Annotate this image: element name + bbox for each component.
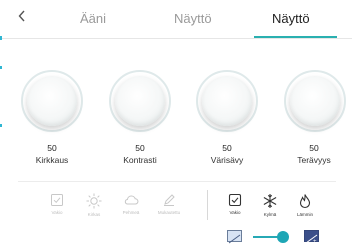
- tab-aani[interactable]: Ääni: [80, 11, 106, 26]
- hue-value: 50: [222, 143, 232, 153]
- edge-accent: [0, 36, 2, 40]
- flame-icon: [299, 194, 311, 209]
- cool-temperature-icon[interactable]: [227, 230, 242, 244]
- color-preset-standard[interactable]: Vakio: [217, 193, 253, 215]
- color-temperature-slider-thumb[interactable]: [277, 231, 289, 243]
- warm-temperature-icon[interactable]: +: [304, 230, 319, 245]
- cloud-icon: [124, 195, 139, 205]
- preset-label: Kylmä: [263, 212, 277, 217]
- hue-label: Värisävy: [210, 155, 244, 165]
- tab-naytto[interactable]: Näyttö: [174, 11, 212, 26]
- preset-label: Mukautettu: [157, 210, 181, 215]
- tab-naytto-active[interactable]: Näyttö: [272, 11, 310, 26]
- svg-text:+: +: [313, 239, 317, 244]
- preset-label: Vakio: [51, 210, 63, 215]
- edge-accent: [0, 124, 2, 127]
- preset-soft[interactable]: Pehmeä: [113, 193, 149, 215]
- brightness-label: Kirkkaus: [35, 155, 69, 165]
- checkbox-icon: [51, 194, 63, 206]
- brightness-dial[interactable]: [27, 76, 77, 126]
- hue-dial[interactable]: [202, 76, 252, 126]
- snowflake-icon: [263, 194, 277, 208]
- brightness-value: 50: [47, 143, 57, 153]
- sun-icon: [86, 193, 102, 209]
- edge-accent: [0, 66, 2, 69]
- color-preset-warm[interactable]: Lämmin: [287, 193, 323, 217]
- preset-label: Pehmeä: [122, 210, 140, 215]
- preset-bright[interactable]: Kirkas: [76, 193, 112, 217]
- preset-label: Kirkas: [87, 212, 101, 217]
- contrast-dial[interactable]: [115, 76, 165, 126]
- preset-divider: [207, 190, 208, 220]
- top-bar: Ääni Näyttö Näyttö: [0, 0, 352, 40]
- preset-custom[interactable]: Mukautettu: [151, 193, 187, 215]
- sharpness-label: Terävyys: [297, 155, 331, 165]
- preset-label: Vakio: [229, 210, 241, 215]
- contrast-value: 50: [135, 143, 145, 153]
- preset-standard[interactable]: Vakio: [39, 193, 75, 215]
- preset-label: Lämmin: [296, 212, 313, 217]
- sharpness-value: 50: [309, 143, 319, 153]
- checkbox-icon: [228, 193, 242, 207]
- sharpness-dial[interactable]: [290, 76, 340, 126]
- chevron-left-icon[interactable]: [18, 9, 26, 25]
- header-divider: [0, 38, 352, 39]
- pencil-icon: [164, 194, 175, 206]
- section-divider: [18, 181, 336, 182]
- color-preset-cold[interactable]: Kylmä: [252, 193, 288, 217]
- contrast-label: Kontrasti: [123, 155, 157, 165]
